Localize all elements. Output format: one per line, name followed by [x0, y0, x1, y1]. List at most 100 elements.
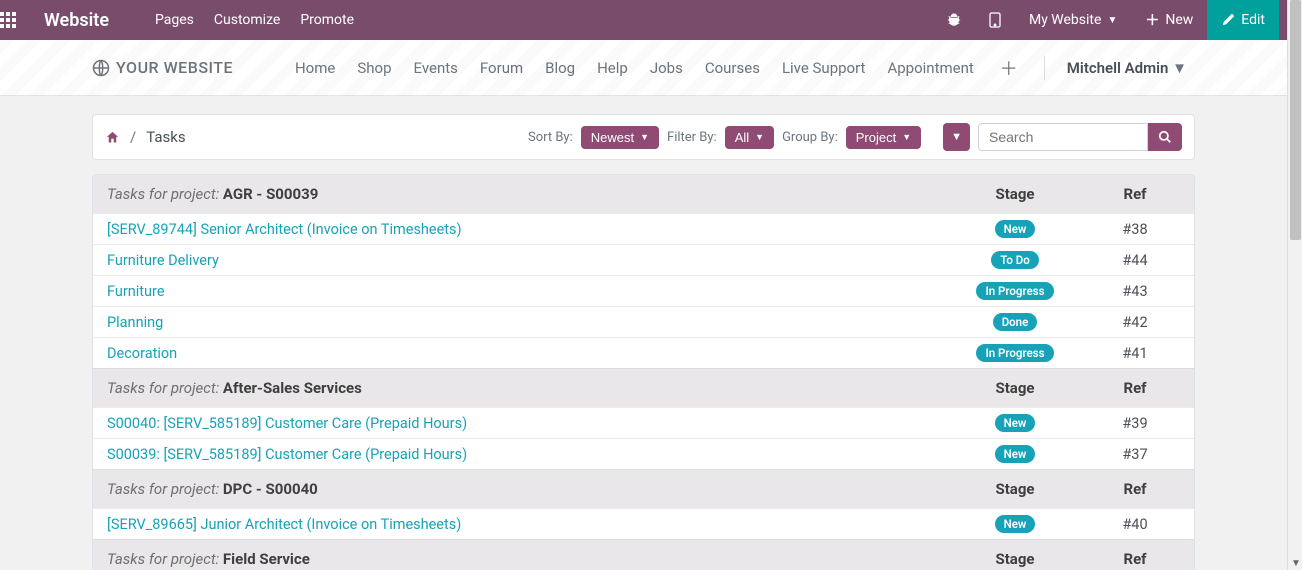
apps-icon[interactable]: [0, 12, 40, 28]
ref-cell: #44: [1090, 252, 1180, 269]
col-stage: Stage: [940, 480, 1090, 498]
stage-cell: New: [940, 445, 1090, 463]
col-ref: Ref: [1090, 480, 1180, 498]
table-row: Furniture DeliveryTo Do#44: [93, 244, 1194, 275]
search-input[interactable]: [978, 123, 1148, 151]
nav-events[interactable]: Events: [414, 59, 458, 77]
table-row: Furniture In Progress #43: [93, 275, 1194, 306]
nav-divider: [1044, 56, 1045, 80]
caret-down-icon: ▼: [1107, 15, 1117, 26]
globe-icon: [92, 59, 110, 77]
search-button[interactable]: [1148, 123, 1182, 151]
task-link[interactable]: [SERV_89665] Junior Architect (Invoice o…: [107, 516, 940, 533]
topbar-menu-pages[interactable]: Pages: [155, 12, 194, 28]
scrollbar-thumb[interactable]: [1290, 0, 1301, 240]
group-header: Tasks for project: DPC - S00040StageRef: [93, 469, 1194, 508]
filter-label: Filter By:: [667, 130, 717, 145]
sort-dropdown[interactable]: Newest ▼: [581, 126, 659, 149]
table-row: [SERV_89665] Junior Architect (Invoice o…: [93, 508, 1194, 539]
user-menu[interactable]: Mitchell Admin ▼: [1067, 59, 1187, 77]
task-link[interactable]: Furniture Delivery: [107, 252, 940, 269]
breadcrumb: / Tasks: [105, 128, 186, 146]
task-link[interactable]: S00040: [SERV_585189] Customer Care (Pre…: [107, 415, 940, 432]
breadcrumb-sep: /: [130, 128, 136, 146]
sort-value: Newest: [591, 130, 634, 145]
ref-cell: #39: [1090, 415, 1180, 432]
table-row: PlanningDone#42: [93, 306, 1194, 337]
stage-cell: New: [940, 220, 1090, 238]
my-website-dropdown[interactable]: My Website ▼: [1015, 0, 1131, 40]
tasks-table: Tasks for project: AGR - S00039StageRef[…: [92, 174, 1195, 570]
stage-cell: Done: [940, 313, 1090, 331]
topbar-menu-promote[interactable]: Promote: [300, 12, 354, 28]
plus-icon: ＋: [1145, 10, 1159, 30]
bug-icon[interactable]: [933, 0, 975, 40]
col-ref: Ref: [1090, 550, 1180, 568]
app-topbar: Website Pages Customize Promote My Websi…: [0, 0, 1287, 40]
stage-cell: To Do: [940, 251, 1090, 269]
nav-shop[interactable]: Shop: [357, 59, 391, 77]
filter-dropdown[interactable]: All ▼: [725, 126, 774, 149]
group-label: Group By:: [782, 130, 838, 145]
col-ref: Ref: [1090, 185, 1180, 203]
group-title: Tasks for project: Field Service: [107, 550, 940, 568]
nav-appointment[interactable]: Appointment: [887, 59, 973, 77]
page-body: / Tasks Sort By: Newest ▼ Filter By: All…: [0, 96, 1287, 570]
new-label: New: [1165, 12, 1193, 28]
ref-cell: #40: [1090, 516, 1180, 533]
stage-cell: New: [940, 515, 1090, 533]
nav-add-icon[interactable]: ＋: [996, 55, 1022, 81]
caret-down-icon: ▼: [755, 132, 764, 142]
new-button[interactable]: ＋ New: [1131, 0, 1207, 40]
search-scope-dropdown[interactable]: ▼: [943, 123, 970, 151]
task-link[interactable]: S00039: [SERV_585189] Customer Care (Pre…: [107, 446, 940, 463]
home-icon[interactable]: [105, 130, 120, 145]
my-website-label: My Website: [1029, 12, 1101, 28]
stage-badge: New: [995, 220, 1036, 238]
stage-badge: New: [995, 445, 1036, 463]
site-nav: Home Shop Events Forum Blog Help Jobs Co…: [295, 55, 1287, 81]
nav-courses[interactable]: Courses: [705, 59, 760, 77]
group-header: Tasks for project: Field ServiceStageRef: [93, 539, 1194, 570]
group-value: Project: [856, 130, 896, 145]
stage-cell: In Progress: [940, 344, 1090, 362]
nav-forum[interactable]: Forum: [480, 59, 523, 77]
nav-help[interactable]: Help: [597, 59, 628, 77]
col-ref: Ref: [1090, 379, 1180, 397]
edit-button[interactable]: Edit: [1207, 0, 1279, 40]
nav-jobs[interactable]: Jobs: [650, 59, 683, 77]
breadcrumb-current: Tasks: [146, 128, 185, 146]
task-link[interactable]: Decoration: [107, 345, 940, 362]
task-link[interactable]: Furniture: [107, 283, 940, 300]
ref-cell: #43: [1090, 283, 1180, 300]
nav-home[interactable]: Home: [295, 59, 335, 77]
task-link[interactable]: Planning: [107, 314, 940, 331]
task-link[interactable]: [SERV_89744] Senior Architect (Invoice o…: [107, 221, 940, 238]
stage-badge: New: [995, 414, 1036, 432]
user-name: Mitchell Admin: [1067, 59, 1169, 77]
scroll-down-icon[interactable]: ▼: [1291, 559, 1300, 568]
ref-cell: #37: [1090, 446, 1180, 463]
edit-label: Edit: [1241, 12, 1265, 28]
mobile-icon[interactable]: [975, 0, 1015, 40]
table-row: [SERV_89744] Senior Architect (Invoice o…: [93, 213, 1194, 244]
stage-badge: In Progress: [976, 282, 1053, 300]
table-row: Decoration In Progress #41: [93, 337, 1194, 368]
list-toolbar: / Tasks Sort By: Newest ▼ Filter By: All…: [92, 114, 1195, 160]
site-logo[interactable]: YOUR WEBSITE: [92, 58, 233, 77]
search-group: ▼: [943, 123, 1182, 151]
col-stage: Stage: [940, 379, 1090, 397]
ref-cell: #41: [1090, 345, 1180, 362]
topbar-menu-customize[interactable]: Customize: [214, 12, 280, 28]
nav-live-support[interactable]: Live Support: [782, 59, 866, 77]
filters: Sort By: Newest ▼ Filter By: All ▼ Group…: [528, 126, 921, 149]
nav-blog[interactable]: Blog: [545, 59, 575, 77]
stage-badge: In Progress: [976, 344, 1053, 362]
filter-value: All: [735, 130, 749, 145]
group-title: Tasks for project: DPC - S00040: [107, 480, 940, 498]
topbar-menu: Pages Customize Promote: [139, 12, 354, 28]
vertical-scrollbar[interactable]: ▲ ▼: [1287, 0, 1302, 570]
table-row: S00039: [SERV_585189] Customer Care (Pre…: [93, 438, 1194, 469]
group-title: Tasks for project: AGR - S00039: [107, 185, 940, 203]
group-dropdown[interactable]: Project ▼: [846, 126, 921, 149]
